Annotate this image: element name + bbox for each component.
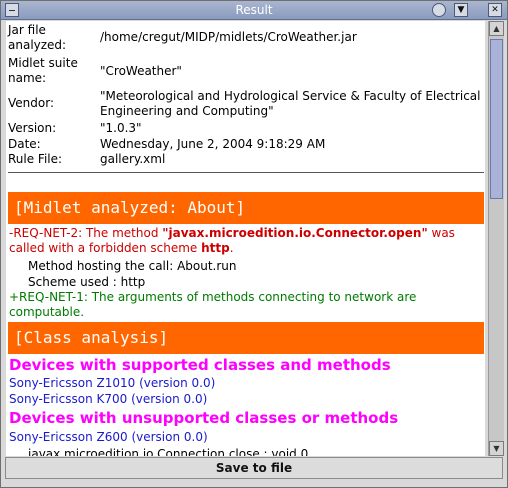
meta-value: "1.0.3" <box>100 121 142 135</box>
req-net-2-scheme: http <box>201 241 230 255</box>
class-section-header: [Class analysis] <box>8 322 484 354</box>
meta-label: Rule File: <box>8 152 63 166</box>
req-net-2-end: . <box>229 241 234 255</box>
req-net-2-message: -REQ-NET-2: The method "javax.microediti… <box>9 226 483 256</box>
device-item: Sony-Ericsson Z600 (version 0.0) <box>9 430 208 444</box>
meta-value: gallery.xml <box>100 152 166 166</box>
meta-label: Midlet suite name: <box>8 56 78 85</box>
meta-label: Vendor: <box>8 96 54 110</box>
meta-value: "Meteorological and Hydrological Service… <box>100 89 481 118</box>
midlet-section-header: [Midlet analyzed: About] <box>8 192 484 224</box>
meta-label: Date: <box>8 137 41 151</box>
scroll-down-button[interactable]: ▼ <box>489 441 504 456</box>
scheme-used-text: Scheme used : http <box>28 275 146 289</box>
req-net-2-prefix: -REQ-NET-2: The method <box>9 226 163 240</box>
vertical-scrollbar[interactable]: ▲ ▼ <box>488 21 504 456</box>
result-window: Result ▼ ✕ Jar file analyzed: /home/creg… <box>0 0 508 488</box>
scrollbar-thumb[interactable] <box>490 39 503 199</box>
method-hosting-text: Method hosting the call: About.run <box>28 259 237 273</box>
req-net-2-method: "javax.microedition.io.Connector.open" <box>162 226 428 240</box>
supported-devices-heading: Devices with supported classes and metho… <box>9 356 391 374</box>
save-to-file-button[interactable]: Save to file <box>5 457 503 479</box>
partial-method-line: javax.microedition.io.Connection.close :… <box>28 447 309 456</box>
unsupported-devices-heading: Devices with unsupported classes or meth… <box>9 409 399 427</box>
meta-value: /home/cregut/MIDP/midlets/CroWeather.jar <box>100 30 357 44</box>
title-bar: Result ▼ ✕ <box>1 1 507 20</box>
meta-label: Version: <box>8 121 57 135</box>
meta-value: "CroWeather" <box>100 64 182 78</box>
divider <box>8 172 484 173</box>
scroll-up-button[interactable]: ▲ <box>489 21 504 36</box>
req-net-1-message: +REQ-NET-1: The arguments of methods con… <box>9 290 417 319</box>
minimize-button[interactable]: ▼ <box>454 3 468 17</box>
meta-label: Jar file analyzed: <box>8 23 67 52</box>
meta-value: Wednesday, June 2, 2004 9:18:29 AM <box>100 137 326 151</box>
maximize-button[interactable] <box>432 3 446 17</box>
close-button[interactable]: ✕ <box>488 3 502 17</box>
result-content: Jar file analyzed: /home/cregut/MIDP/mid… <box>6 21 485 456</box>
device-item: Sony-Ericsson Z1010 (version 0.0) <box>9 376 216 390</box>
device-item: Sony-Ericsson K700 (version 0.0) <box>9 392 208 406</box>
